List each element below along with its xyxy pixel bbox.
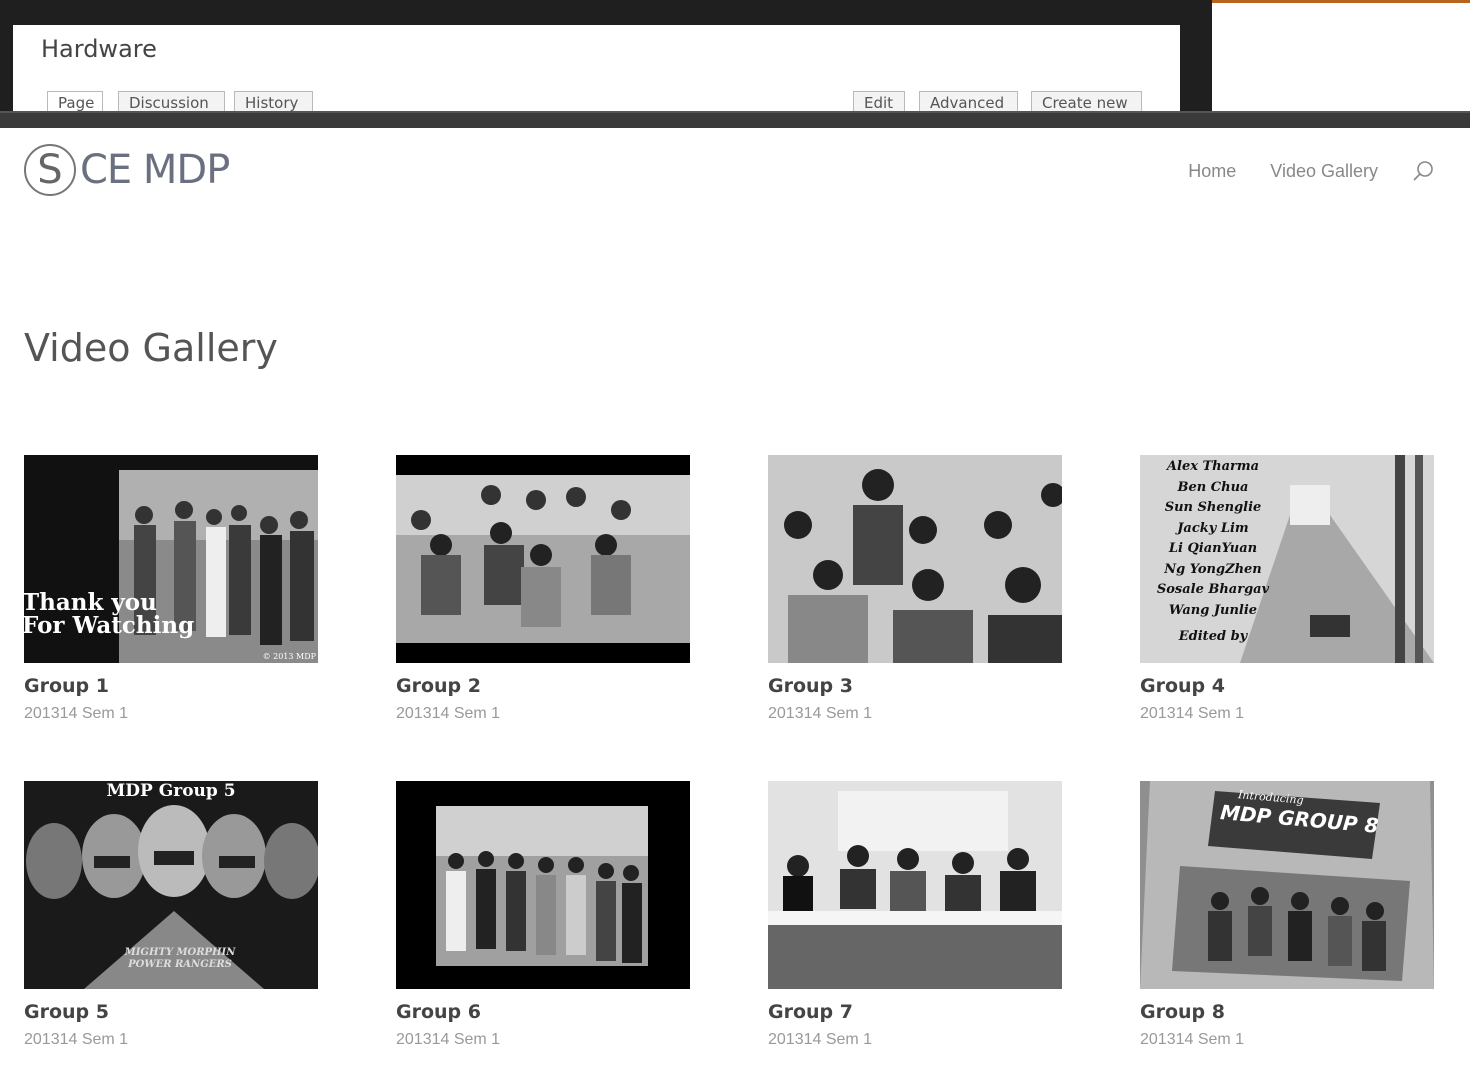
card-title[interactable]: Group 2 [396, 675, 690, 697]
credit-line: Ben Chua [1177, 479, 1249, 495]
side-panel [1212, 0, 1470, 111]
card-title[interactable]: Group 6 [396, 1001, 690, 1023]
edit-button[interactable]: Edit [853, 91, 905, 111]
page-title: Video Gallery [24, 326, 278, 370]
credit-line: Sun Shenglie [1164, 500, 1262, 515]
window-divider [0, 111, 1470, 128]
card-subtitle: 201314 Sem 1 [396, 705, 501, 722]
thumbnail-photo [768, 455, 1062, 663]
card-title[interactable]: Group 8 [1140, 1001, 1434, 1023]
card-subtitle: 201314 Sem 1 [1140, 705, 1245, 722]
video-thumbnail[interactable] [396, 781, 690, 989]
card-subtitle: 201314 Sem 1 [768, 1031, 873, 1048]
card-subtitle: 201314 Sem 1 [396, 1031, 501, 1048]
credit-line: Li QianYuan [1168, 541, 1258, 556]
video-thumbnail[interactable] [768, 781, 1062, 989]
tab-page[interactable]: Page [47, 91, 103, 111]
nav-home[interactable]: Home [1188, 161, 1236, 182]
advanced-button[interactable]: Advanced [919, 91, 1018, 111]
thumbnail-photo [396, 475, 690, 643]
wiki-page-title: Hardware [41, 35, 157, 63]
thumbnail-photo [768, 781, 1062, 989]
card-subtitle: 201314 Sem 1 [1140, 1031, 1245, 1048]
nav-video-gallery[interactable]: Video Gallery [1270, 161, 1378, 182]
tab-history[interactable]: History [234, 91, 313, 111]
video-card-group-4[interactable]: Alex Tharma Ben Chua Sun Shenglie Jacky … [1140, 455, 1434, 723]
search-icon[interactable] [1412, 160, 1434, 182]
video-card-group-5[interactable]: MDP Group 5 MIGHTY MORPHIN POWER RANGERS… [24, 781, 318, 1049]
card-title[interactable]: Group 7 [768, 1001, 1062, 1023]
video-card-group-7[interactable]: Group 7 201314 Sem 1 [768, 781, 1062, 1049]
credit-line: Sosale Bhargav [1156, 582, 1270, 597]
thumbnail-photo [396, 781, 690, 989]
thumbnail-watermark: © 2013 MDP [262, 652, 316, 661]
credit-line: Jacky Lim [1177, 520, 1249, 536]
site-window: S CE MDP Home Video Gallery Video Galler… [0, 128, 1470, 1081]
card-subtitle: 201314 Sem 1 [768, 705, 873, 722]
card-title[interactable]: Group 3 [768, 675, 1062, 697]
card-subtitle: 201314 Sem 1 [24, 705, 129, 722]
video-thumbnail[interactable]: Alex Tharma Ben Chua Sun Shenglie Jacky … [1140, 455, 1434, 663]
video-card-group-1[interactable]: Thank you For Watching © 2013 MDP Group … [24, 455, 318, 723]
credit-line: Edited by [1178, 629, 1248, 644]
credit-line: Alex Tharma [1166, 459, 1260, 474]
video-thumbnail[interactable]: Introducing MDP GROUP 8 [1140, 781, 1434, 989]
thumbnail-logo-text: MIGHTY MORPHIN POWER RANGERS [124, 947, 236, 970]
card-subtitle: 201314 Sem 1 [24, 1031, 129, 1048]
video-card-group-8[interactable]: Introducing MDP GROUP 8 Group 8 201314 S… [1140, 781, 1434, 1049]
logo-circle: S [24, 144, 76, 196]
credit-line: Ng YongZhen [1164, 561, 1262, 577]
create-new-button[interactable]: Create new [1031, 91, 1142, 111]
video-thumbnail[interactable] [768, 455, 1062, 663]
site-logo[interactable]: S CE MDP [24, 144, 230, 196]
thumbnail-overlay-text: Thank you For Watching [24, 589, 195, 639]
video-card-group-2[interactable]: Group 2 201314 Sem 1 [396, 455, 690, 723]
main-nav: Home Video Gallery [1188, 160, 1434, 182]
video-thumbnail[interactable]: Thank you For Watching © 2013 MDP [24, 455, 318, 663]
logo-text: CE MDP [80, 147, 230, 193]
card-title[interactable]: Group 4 [1140, 675, 1434, 697]
tab-discussion[interactable]: Discussion [118, 91, 225, 111]
video-thumbnail[interactable]: MDP Group 5 MIGHTY MORPHIN POWER RANGERS [24, 781, 318, 989]
card-title[interactable]: Group 5 [24, 1001, 318, 1023]
video-card-group-3[interactable]: Group 3 201314 Sem 1 [768, 455, 1062, 723]
thumbnail-overlay-text: MDP Group 5 [106, 781, 236, 801]
card-title[interactable]: Group 1 [24, 675, 318, 697]
credits-list: Alex Tharma Ben Chua Sun Shenglie Jacky … [1148, 457, 1278, 648]
video-thumbnail[interactable] [396, 455, 690, 663]
wiki-panel: Hardware Page Discussion History Edit Ad… [13, 25, 1180, 111]
credit-line: Wang Junlie [1168, 602, 1258, 618]
video-card-group-6[interactable]: Group 6 201314 Sem 1 [396, 781, 690, 1049]
